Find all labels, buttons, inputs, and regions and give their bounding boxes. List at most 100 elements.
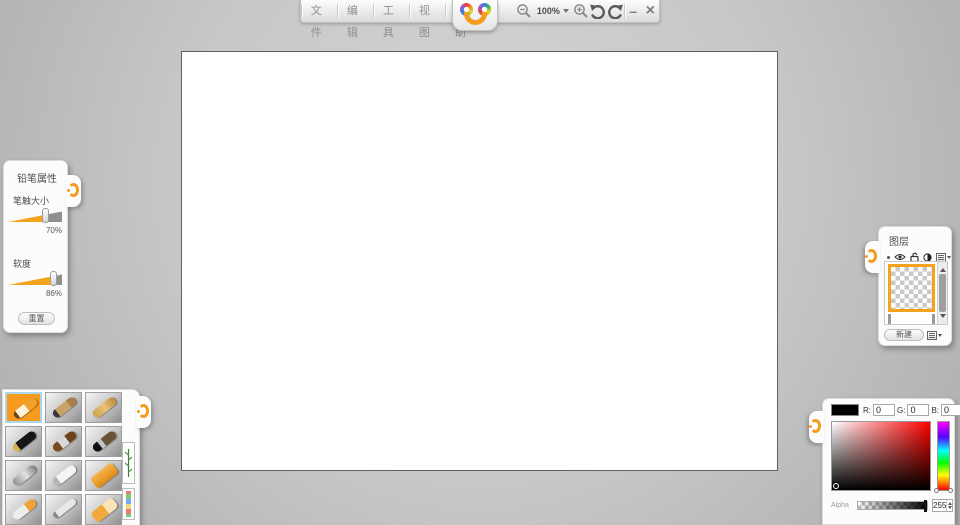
- panel-handle-icon: [809, 419, 821, 433]
- tool-palette-side-strip: [120, 390, 151, 525]
- charcoal-pencil-icon: [51, 395, 78, 420]
- close-icon: ×: [645, 2, 656, 19]
- hue-slider[interactable]: [934, 421, 953, 493]
- plant-thumbnail-icon: [124, 449, 133, 477]
- blue-label: B:: [931, 405, 940, 415]
- pencil-panel-title: 铅笔属性: [17, 174, 57, 185]
- layers-panel-title: 图层: [889, 237, 909, 248]
- layer-list: [884, 261, 948, 325]
- tool-crayon[interactable]: [85, 392, 122, 423]
- menu-edit[interactable]: 编辑: [338, 0, 373, 39]
- panel-handle-icon: [67, 183, 79, 197]
- layer-item-selected[interactable]: [888, 264, 935, 312]
- spinner-up-icon[interactable]: [947, 500, 952, 505]
- redo-icon: [607, 4, 623, 19]
- next-layer-edge: [888, 314, 891, 324]
- undo-icon: [590, 4, 606, 19]
- new-layer-button[interactable]: 新建: [884, 329, 924, 341]
- ink-brush-icon: [91, 429, 118, 454]
- chevron-down-icon: [938, 334, 942, 339]
- softness-value: 86%: [45, 289, 62, 298]
- hue-slider-marker[interactable]: [934, 488, 939, 493]
- zoom-in-icon: [573, 4, 588, 18]
- green-input[interactable]: [907, 404, 930, 416]
- tool-palette-panel: [2, 389, 151, 525]
- red-label: R:: [863, 405, 871, 415]
- undo-button[interactable]: [589, 0, 606, 22]
- panel-handle-icon: [137, 404, 149, 418]
- crayon-icon: [91, 395, 118, 420]
- scroll-up-icon[interactable]: [940, 265, 946, 272]
- softness-slider-thumb[interactable]: [50, 271, 58, 286]
- softness-slider[interactable]: [8, 271, 62, 287]
- layer-grip-icon: [887, 255, 890, 259]
- alpha-row: Alpha 255: [831, 498, 953, 512]
- tool-airbrush[interactable]: [5, 460, 42, 491]
- softness-label: 软度: [13, 259, 32, 269]
- tool-eraser[interactable]: [85, 494, 122, 525]
- texture-preview-plant-button[interactable]: [122, 442, 135, 484]
- tool-round-brush[interactable]: [45, 426, 82, 457]
- texture-preview-swatches-button[interactable]: [122, 488, 135, 520]
- airbrush-icon: [11, 463, 38, 488]
- tool-palette-collapse-handle[interactable]: [136, 396, 151, 428]
- alpha-slider[interactable]: [856, 499, 928, 512]
- brush-size-slider-thumb[interactable]: [41, 208, 49, 223]
- zoom-dropdown-caret-icon[interactable]: [562, 9, 569, 16]
- tool-flat-brush[interactable]: [45, 460, 82, 491]
- pencil-panel-collapse-handle[interactable]: [66, 175, 81, 207]
- tool-grid: [5, 392, 122, 525]
- minimize-button[interactable]: –: [624, 0, 641, 22]
- panel-handle-icon: [865, 249, 877, 263]
- tool-paint-tube[interactable]: [5, 494, 42, 525]
- scroll-down-icon[interactable]: [940, 314, 946, 321]
- brush-size-slider[interactable]: [8, 208, 62, 224]
- menu-tools[interactable]: 工具: [374, 0, 409, 39]
- zoom-out-button[interactable]: [516, 0, 533, 22]
- menu-list-icon: [927, 330, 937, 340]
- layers-panel-footer: 新建: [884, 329, 950, 341]
- close-button[interactable]: ×: [642, 0, 659, 22]
- saturation-value-picker[interactable]: [831, 421, 931, 491]
- hue-slider-marker[interactable]: [948, 488, 953, 493]
- tool-charcoal-pencil[interactable]: [45, 392, 82, 423]
- zoom-in-button[interactable]: [572, 0, 589, 22]
- pencil-properties-panel: 铅笔属性 笔触大小 70% 软度 86% 重置: [3, 160, 81, 333]
- tool-fountain-pen[interactable]: [5, 426, 42, 457]
- tool-sharp-pencil[interactable]: [5, 392, 42, 423]
- next-layer-edge: [932, 314, 935, 324]
- alpha-value: 255: [933, 500, 947, 510]
- spinner-arrows[interactable]: [946, 499, 952, 511]
- tool-paint-roller[interactable]: [85, 460, 122, 491]
- sv-picker-marker[interactable]: [833, 483, 839, 489]
- zoom-level-value[interactable]: 100%: [533, 6, 562, 16]
- green-label: G:: [897, 405, 906, 415]
- layer-list-scrollbar[interactable]: [937, 262, 947, 324]
- red-input[interactable]: [873, 404, 895, 416]
- layers-panel-collapse-handle[interactable]: [865, 241, 880, 273]
- tool-palette-knife[interactable]: [45, 494, 82, 525]
- app-logo-tab[interactable]: [452, 0, 498, 31]
- brush-size-slider-track[interactable]: [8, 211, 62, 222]
- drawing-canvas[interactable]: [181, 51, 778, 471]
- color-panel-collapse-handle[interactable]: [809, 411, 824, 443]
- alpha-spinner[interactable]: 255: [932, 498, 953, 512]
- redo-button[interactable]: [606, 0, 623, 22]
- rgb-inputs-row: R: G: B:: [863, 404, 960, 416]
- menu-view[interactable]: 视图: [410, 0, 445, 39]
- zoom-out-icon: [517, 4, 531, 18]
- reset-button[interactable]: 重置: [18, 312, 55, 325]
- tool-ink-brush[interactable]: [85, 426, 122, 457]
- layer-controls-row: [879, 248, 951, 262]
- fountain-pen-icon: [11, 429, 38, 454]
- palette-knife-icon: [51, 497, 78, 520]
- alpha-label: Alpha: [831, 501, 849, 509]
- alpha-slider-handle[interactable]: [924, 499, 927, 512]
- paint-tube-icon: [11, 497, 38, 522]
- layer-visibility-icon[interactable]: [894, 253, 906, 261]
- spinner-down-icon[interactable]: [947, 505, 952, 511]
- scrollbar-thumb[interactable]: [939, 274, 946, 312]
- menu-file[interactable]: 文件: [302, 0, 337, 39]
- layer-footer-menu-button[interactable]: [927, 330, 942, 340]
- blue-input[interactable]: [941, 404, 960, 416]
